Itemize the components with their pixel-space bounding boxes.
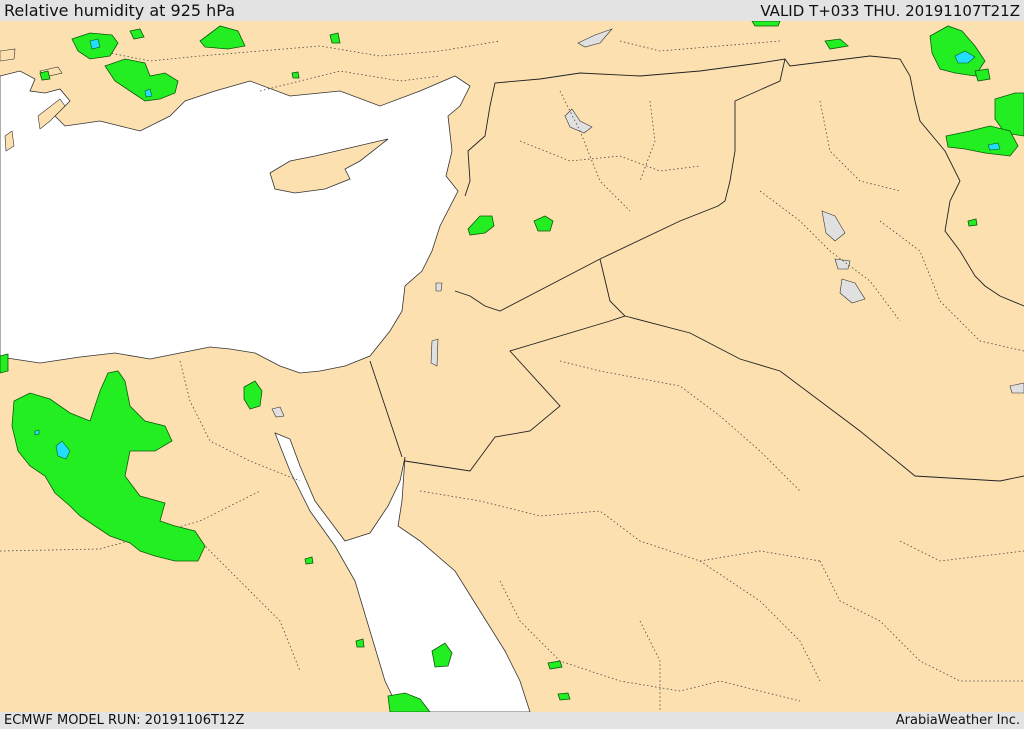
humidity-area-small-8	[291, 71, 300, 79]
valid-time: VALID T+033 THU. 20191107T21Z	[760, 2, 1020, 20]
humidity-area-small-6	[39, 70, 51, 81]
map-frame: Relative humidity at 925 hPa VALID T+033…	[0, 0, 1024, 729]
humidity-area-east-5	[974, 68, 991, 82]
map-title: Relative humidity at 925 hPa	[4, 1, 236, 20]
header-bar: Relative humidity at 925 hPa VALID T+033…	[0, 0, 1024, 21]
sea-of-galilee	[435, 282, 443, 292]
model-run-label: ECMWF MODEL RUN: 20191106T12Z	[4, 713, 245, 728]
humidity-area-small-4	[557, 692, 571, 701]
humidity-map	[0, 21, 1024, 712]
humidity-area-turkey-4	[329, 32, 341, 44]
credit-label: ArabiaWeather Inc.	[895, 713, 1020, 728]
humidity-area-small-7	[0, 353, 9, 374]
footer-bar: ECMWF MODEL RUN: 20191106T12Z ArabiaWeat…	[0, 712, 1024, 729]
humidity-area-east-6	[751, 21, 781, 27]
dead-sea	[430, 338, 439, 367]
